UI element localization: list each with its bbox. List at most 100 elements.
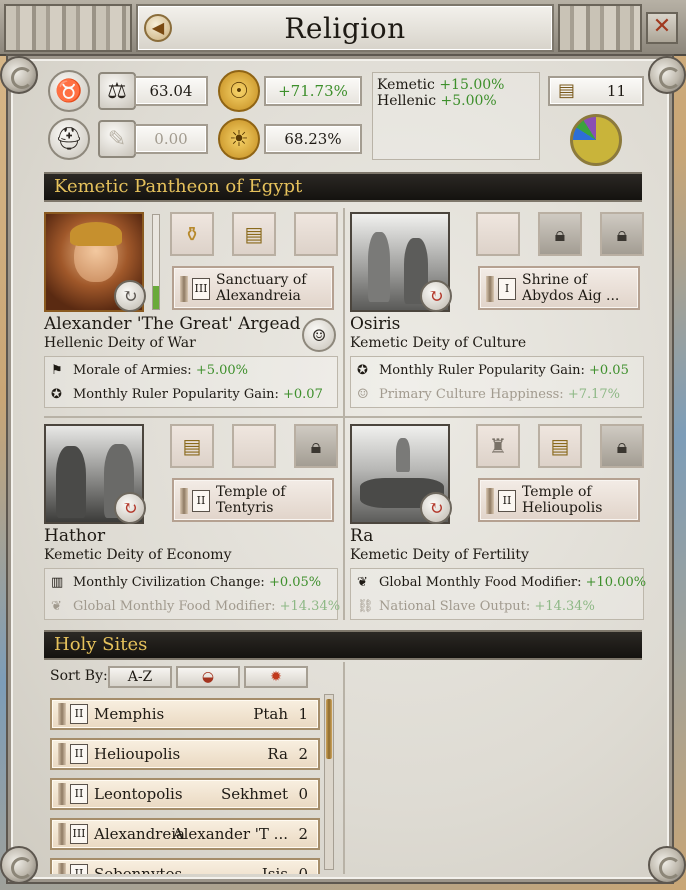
header-frieze-right	[558, 4, 642, 52]
close-button[interactable]: ✕	[646, 12, 678, 44]
sun-icon: ☀	[218, 118, 260, 160]
site-name: Sebennytos	[94, 865, 183, 874]
deity-progress-fill	[153, 286, 159, 309]
deity-slot[interactable]: 🔒︎	[600, 424, 644, 468]
back-button[interactable]: ◀	[144, 14, 172, 42]
scrollbar-thumb[interactable]	[326, 699, 332, 759]
deity-role: Kemetic Deity of Fertility	[350, 547, 529, 563]
scroll-cap-icon	[0, 846, 38, 884]
modifier-value: +5.00%	[195, 363, 249, 378]
religion-icon[interactable]: ♉	[48, 70, 90, 112]
modifier-value: +14.34%	[279, 599, 341, 614]
legion-helmet-icon[interactable]: ⛑	[48, 118, 90, 160]
scroll-cap-icon	[648, 846, 686, 884]
helmet-icon: ⛑	[55, 126, 83, 152]
temple-box[interactable]: III Sanctuary of Alexandreia	[172, 266, 334, 310]
deity-slot[interactable]: ▤	[538, 424, 582, 468]
tyranny-value: 0.00	[134, 124, 208, 154]
deity-slot[interactable]: 🔒︎	[600, 212, 644, 256]
eye-of-ra-icon: ☉	[218, 70, 260, 112]
pillar-icon	[58, 743, 66, 765]
replace-deity-button[interactable]: ↻	[420, 492, 452, 524]
temple-box[interactable]: II Temple of Tentyris	[172, 478, 334, 522]
modifier-line: ❦ Global Monthly Food Modifier: +10.00%	[357, 573, 646, 593]
deity-slot[interactable]: ♜	[476, 424, 520, 468]
deity-name: Hathor	[44, 526, 106, 546]
lock-icon: 🔒︎	[616, 222, 628, 246]
deity-modifiers: ⚑ Morale of Armies: +5.00% ✪ Monthly Ruler…	[44, 356, 338, 408]
deity-modifiers: ✪ Monthly Ruler Popularity Gain: +0.05 ☺ P…	[350, 356, 644, 408]
pillar-icon	[58, 823, 66, 845]
modifier-value: +0.05	[589, 363, 629, 378]
temple-box[interactable]: II Temple of Helioupolis	[478, 478, 640, 522]
sort-az-label: A-Z	[127, 669, 153, 685]
deity-role: Kemetic Deity of Culture	[350, 335, 527, 351]
religion-breakdown: Kemetic +15.00% Hellenic +5.00%	[372, 72, 540, 160]
religion-row: Hellenic +5.00%	[377, 93, 535, 109]
modifier-line: ⚑ Morale of Armies: +5.00%	[51, 361, 248, 381]
holy-site-row[interactable]: II Helioupolis Ra 2	[50, 738, 320, 770]
modifier-line: ✪ Monthly Ruler Popularity Gain: +0.07	[51, 385, 323, 405]
replace-deity-button[interactable]: ↻	[114, 492, 146, 524]
deity-slot[interactable]: 🔒︎	[538, 212, 582, 256]
deity-name: Alexander 'The Great' Argead	[44, 314, 301, 334]
food-icon: ❦	[51, 599, 62, 614]
sort-az-button[interactable]: A-Z	[108, 666, 172, 688]
modifier-label: Monthly Ruler Popularity Gain:	[73, 387, 279, 402]
replace-deity-button[interactable]: ↻	[114, 280, 146, 312]
religion-value: +5.00%	[440, 93, 497, 109]
refresh-icon: ↻	[122, 285, 138, 307]
food-icon: ❦	[357, 575, 368, 590]
deity-slot[interactable]	[294, 212, 338, 256]
holy-sites-list[interactable]: II Memphis Ptah 1 II Helioupolis Ra 2 II…	[44, 692, 340, 874]
holy-site-row[interactable]: II Leontopolis Sekhmet 0	[50, 778, 320, 810]
religious-unity-value: 68.23%	[264, 124, 362, 154]
holy-site-row[interactable]: III Alexandreia Alexander 'T ... 2	[50, 818, 320, 850]
temple-box[interactable]: I Shrine of Abydos Aig ...	[478, 266, 640, 310]
temple-rank: II	[192, 490, 210, 512]
pillar-icon	[58, 783, 66, 805]
deity-slot[interactable]: 🔒︎	[294, 424, 338, 468]
site-count: 0	[298, 785, 308, 803]
chest-icon: ▤	[550, 434, 570, 458]
header-frieze-left	[4, 4, 132, 52]
deity-name: Osiris	[350, 314, 401, 334]
modifier-value: +0.07	[283, 387, 323, 402]
modifier-value: +10.00%	[585, 575, 647, 590]
site-deity: Isis	[261, 865, 288, 874]
holy-site-row[interactable]: II Memphis Ptah 1	[50, 698, 320, 730]
deity-slot[interactable]	[476, 212, 520, 256]
modifier-label: Global Monthly Food Modifier:	[379, 575, 582, 590]
popularity-icon: ✪	[357, 363, 368, 378]
modifier-label: Monthly Civilization Change:	[73, 575, 265, 590]
modifier-line: ☺ Primary Culture Happiness: +7.17%	[357, 385, 620, 405]
title-plate: Religion	[136, 4, 554, 52]
site-rank: II	[70, 784, 88, 804]
offering-bowl-icon: ◒	[201, 669, 215, 685]
deity-slot[interactable]: ⚱	[170, 212, 214, 256]
temple-name: Temple of Helioupolis	[522, 484, 603, 516]
tyranny-icon: ✎	[98, 120, 136, 158]
site-count: 2	[298, 745, 308, 763]
site-name: Alexandreia	[94, 825, 185, 843]
hair-shape	[70, 222, 122, 246]
holy-site-row[interactable]: II Sebennytos Isis 0	[50, 858, 320, 874]
replace-deity-button[interactable]: ↻	[420, 280, 452, 312]
lock-icon: 🔒︎	[554, 222, 566, 246]
deity-slot[interactable]: ▤	[232, 212, 276, 256]
deity-slot[interactable]	[232, 424, 276, 468]
holy-sites-scrollbar[interactable]	[324, 694, 334, 870]
temple-rank: I	[498, 278, 516, 300]
temple-rank: III	[192, 278, 210, 300]
holy-sites-divider	[343, 662, 345, 874]
refresh-icon: ↻	[428, 497, 444, 519]
pillar-icon	[180, 276, 188, 302]
apotheosis-icon[interactable]: ☺	[302, 318, 336, 352]
sort-count-button[interactable]: ✹	[244, 666, 308, 688]
religion-pie-chart[interactable]	[570, 114, 622, 166]
treasure-count-box[interactable]: ▤ 11	[548, 76, 644, 106]
site-count: 2	[298, 825, 308, 843]
deity-slot[interactable]: ▤	[170, 424, 214, 468]
sort-deity-button[interactable]: ◒	[176, 666, 240, 688]
modifier-value: +0.05%	[268, 575, 322, 590]
